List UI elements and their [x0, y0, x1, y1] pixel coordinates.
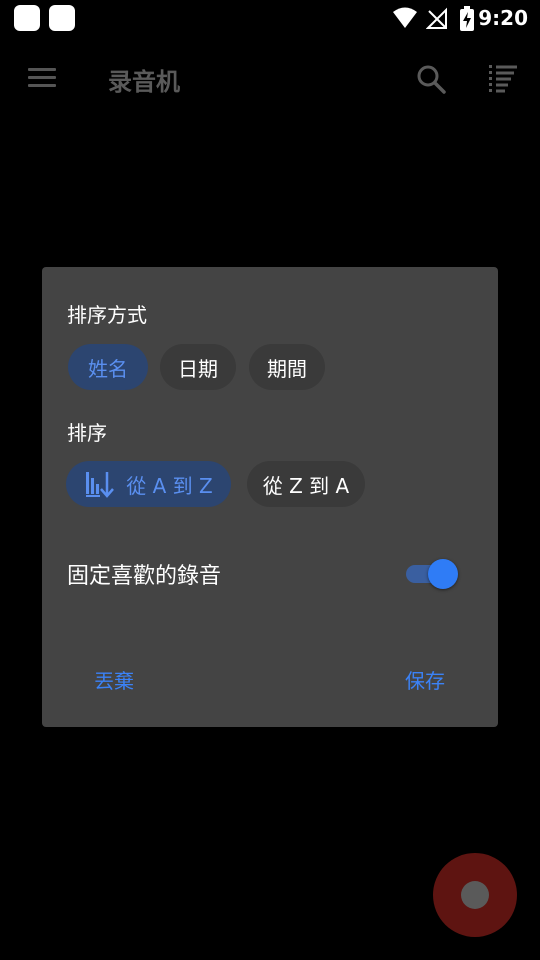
pin-favorites-label: 固定喜歡的錄音: [67, 564, 222, 589]
notification-icon: [49, 5, 75, 31]
chip-label: 姓名: [88, 356, 128, 381]
app-bar: 录音机: [0, 38, 540, 118]
status-bar: 9:20: [0, 0, 540, 38]
pin-favorites-switch[interactable]: [404, 558, 458, 589]
record-button[interactable]: [433, 853, 517, 937]
record-icon: [461, 881, 489, 909]
battery-charging-icon: [460, 6, 474, 31]
discard-button[interactable]: 丟棄: [94, 665, 134, 694]
no-signal-icon: [426, 7, 447, 29]
switch-thumb: [428, 559, 458, 589]
order-label: 排序: [67, 421, 107, 445]
chip-sort-duration[interactable]: 期間: [249, 344, 325, 390]
menu-icon[interactable]: [28, 68, 56, 88]
sort-by-label: 排序方式: [67, 303, 147, 327]
app-title: 录音机: [108, 68, 180, 96]
sort-ascending-icon: [84, 469, 115, 499]
sort-dialog: 排序方式 姓名 日期 期間 排序 從 A 到 Z 從 Z 到 A 固定喜歡的錄音…: [42, 267, 498, 727]
clock: 9:20: [478, 6, 528, 30]
chip-order-desc[interactable]: 從 Z 到 A: [247, 461, 365, 507]
chip-label: 期間: [267, 356, 307, 381]
chip-label: 日期: [178, 356, 218, 381]
notification-icon: [14, 5, 40, 31]
search-icon[interactable]: [414, 62, 448, 96]
chip-sort-name[interactable]: 姓名: [68, 344, 148, 390]
sort-icon[interactable]: [487, 62, 521, 96]
save-button[interactable]: 保存: [405, 665, 445, 694]
chip-label: 從 A 到 Z: [126, 473, 213, 498]
chip-order-asc[interactable]: 從 A 到 Z: [66, 461, 231, 507]
chip-sort-date[interactable]: 日期: [160, 344, 236, 390]
chip-label: 從 Z 到 A: [262, 473, 350, 498]
wifi-icon: [393, 7, 417, 28]
